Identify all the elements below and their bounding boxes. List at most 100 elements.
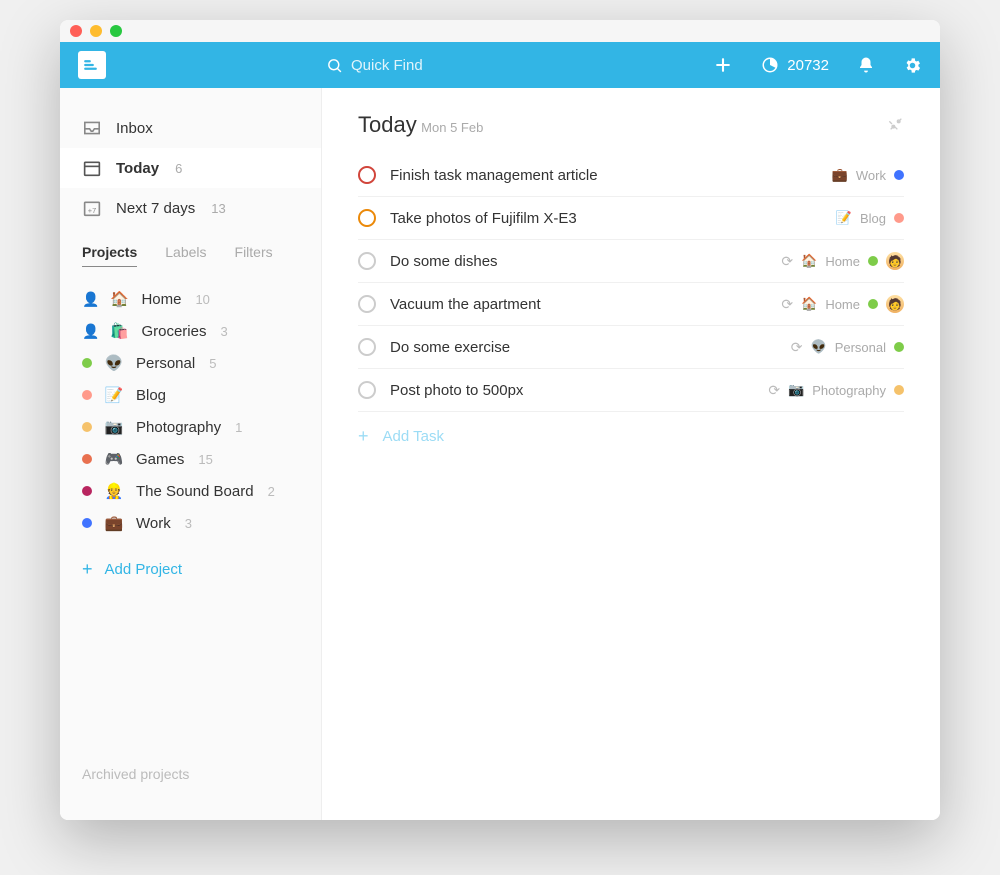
- project-item[interactable]: 🎮 Games 15: [60, 443, 321, 475]
- project-name: Blog: [136, 387, 166, 404]
- task-project-emoji: 📷: [788, 382, 804, 398]
- task-meta: 💼 Work: [832, 167, 904, 183]
- task-project-emoji: 📝: [836, 210, 852, 226]
- project-count: 2: [268, 484, 275, 499]
- task-checkbox[interactable]: [358, 381, 376, 399]
- quick-find-input[interactable]: Quick Find: [326, 57, 713, 74]
- project-count: 5: [209, 356, 216, 371]
- project-color-bullet: [82, 390, 92, 400]
- karma-score: 20732: [787, 57, 829, 74]
- app-body: Inbox Today 6 +7 Next 7 days 13 Projects…: [60, 88, 940, 820]
- project-color-bullet: [82, 358, 92, 368]
- topbar: Quick Find 20732: [60, 42, 940, 88]
- add-project-button[interactable]: + Add Project: [60, 549, 321, 590]
- nav-today[interactable]: Today 6: [60, 148, 321, 188]
- project-emoji: 💼: [104, 514, 124, 532]
- project-emoji: 🛍️: [109, 322, 129, 340]
- page-subtitle: Mon 5 Feb: [421, 120, 483, 135]
- project-color-bullet: [82, 518, 92, 528]
- task-project-color: [868, 256, 878, 266]
- project-count: 15: [198, 452, 212, 467]
- project-item[interactable]: 💼 Work 3: [60, 507, 321, 539]
- topbar-actions: 20732: [713, 55, 922, 75]
- add-task-button[interactable]: [713, 55, 733, 75]
- project-item[interactable]: 👷 The Sound Board 2: [60, 475, 321, 507]
- close-window-button[interactable]: [70, 25, 82, 37]
- project-item[interactable]: 📷 Photography 1: [60, 411, 321, 443]
- maximize-window-button[interactable]: [110, 25, 122, 37]
- task-row[interactable]: Finish task management article 💼 Work: [358, 154, 904, 197]
- recurring-icon: ⟳: [781, 296, 793, 313]
- task-project-name: Blog: [860, 211, 886, 226]
- task-row[interactable]: Do some dishes ⟳ 🏠 Home 🧑: [358, 240, 904, 283]
- task-project-name: Personal: [835, 340, 886, 355]
- recurring-icon: ⟳: [781, 253, 793, 270]
- add-task-inline-button[interactable]: + Add Task: [358, 412, 904, 461]
- shared-icon: 👤: [82, 323, 99, 340]
- notifications-button[interactable]: [857, 56, 875, 74]
- task-title: Vacuum the apartment: [390, 296, 767, 313]
- task-list: Finish task management article 💼 Work Ta…: [358, 154, 904, 412]
- project-emoji: 👷: [104, 482, 124, 500]
- tab-projects[interactable]: Projects: [82, 244, 137, 267]
- project-name: Games: [136, 451, 184, 468]
- task-checkbox[interactable]: [358, 209, 376, 227]
- sidebar-tabs: Projects Labels Filters: [60, 228, 321, 273]
- project-count: 10: [195, 292, 209, 307]
- project-item[interactable]: 👤 🏠 Home 10: [60, 283, 321, 315]
- task-checkbox[interactable]: [358, 166, 376, 184]
- task-meta: 📝 Blog: [836, 210, 904, 226]
- karma-button[interactable]: 20732: [761, 56, 829, 74]
- nav-inbox[interactable]: Inbox: [60, 108, 321, 148]
- recurring-icon: ⟳: [791, 339, 803, 356]
- main-content: Today Mon 5 Feb Finish task management a…: [322, 88, 940, 820]
- svg-text:+7: +7: [88, 206, 96, 215]
- task-row[interactable]: Do some exercise ⟳ 👽 Personal: [358, 326, 904, 369]
- project-item[interactable]: 👽 Personal 5: [60, 347, 321, 379]
- task-meta: ⟳ 👽 Personal: [791, 339, 904, 356]
- task-project-emoji: 👽: [811, 339, 827, 355]
- nav-next7-label: Next 7 days: [116, 200, 195, 217]
- task-checkbox[interactable]: [358, 295, 376, 313]
- task-checkbox[interactable]: [358, 338, 376, 356]
- task-title: Do some dishes: [390, 253, 767, 270]
- task-project-name: Home: [825, 297, 860, 312]
- main-header: Today Mon 5 Feb: [358, 112, 904, 138]
- nav-next7-count: 13: [211, 201, 225, 216]
- sidebar: Inbox Today 6 +7 Next 7 days 13 Projects…: [60, 88, 322, 820]
- task-row[interactable]: Vacuum the apartment ⟳ 🏠 Home 🧑: [358, 283, 904, 326]
- app-logo[interactable]: [78, 51, 106, 79]
- project-emoji: 🎮: [104, 450, 124, 468]
- view-options-button[interactable]: [888, 116, 904, 136]
- task-project-color: [894, 385, 904, 395]
- task-title: Post photo to 500px: [390, 382, 754, 399]
- task-project-name: Home: [825, 254, 860, 269]
- project-count: 3: [220, 324, 227, 339]
- task-row[interactable]: Take photos of Fujifilm X-E3 📝 Blog: [358, 197, 904, 240]
- inbox-icon: [82, 118, 102, 138]
- project-name: Groceries: [141, 323, 206, 340]
- add-project-label: Add Project: [105, 561, 183, 578]
- task-row[interactable]: Post photo to 500px ⟳ 📷 Photography: [358, 369, 904, 412]
- tab-filters[interactable]: Filters: [235, 244, 273, 267]
- nav-inbox-label: Inbox: [116, 120, 153, 137]
- shared-icon: 👤: [82, 291, 99, 308]
- nav-today-count: 6: [175, 161, 182, 176]
- archived-projects-link[interactable]: Archived projects: [60, 748, 321, 800]
- project-color-bullet: [82, 454, 92, 464]
- project-emoji: 👽: [104, 354, 124, 372]
- project-item[interactable]: 📝 Blog: [60, 379, 321, 411]
- task-project-name: Photography: [812, 383, 886, 398]
- minimize-window-button[interactable]: [90, 25, 102, 37]
- project-color-bullet: [82, 422, 92, 432]
- nav-next7[interactable]: +7 Next 7 days 13: [60, 188, 321, 228]
- project-count: 1: [235, 420, 242, 435]
- assignee-avatar: 🧑: [886, 252, 904, 270]
- project-list: 👤 🏠 Home 10 👤 🛍️ Groceries 3 👽 Personal …: [60, 273, 321, 549]
- project-item[interactable]: 👤 🛍️ Groceries 3: [60, 315, 321, 347]
- tab-labels[interactable]: Labels: [165, 244, 206, 267]
- task-checkbox[interactable]: [358, 252, 376, 270]
- settings-button[interactable]: [903, 56, 922, 75]
- task-project-name: Work: [856, 168, 886, 183]
- project-emoji: 📝: [104, 386, 124, 404]
